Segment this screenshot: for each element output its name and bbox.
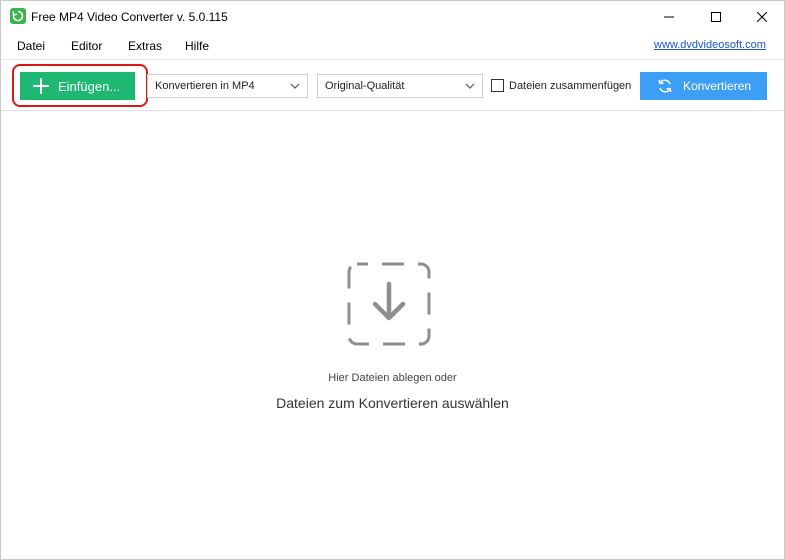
plus-icon — [33, 78, 49, 94]
minimize-icon — [664, 16, 674, 18]
drop-hint-text: Hier Dateien ablegen oder — [328, 372, 457, 384]
app-window: Free MP4 Video Converter v. 5.0.115 Date… — [0, 0, 785, 560]
toolbar: Einfügen... Konvertieren in MP4 Original… — [1, 59, 784, 111]
close-button[interactable] — [739, 1, 785, 33]
format-select-value: Konvertieren in MP4 — [155, 80, 255, 92]
menu-bar: Datei Editor Extras Hilfe www.dvdvideoso… — [1, 33, 784, 57]
add-files-button[interactable]: Einfügen... — [20, 72, 135, 100]
quality-select[interactable]: Original-Qualität — [317, 74, 483, 98]
title-bar[interactable]: Free MP4 Video Converter v. 5.0.115 — [1, 1, 784, 33]
chevron-down-icon — [465, 83, 475, 89]
menu-editor[interactable]: Editor — [71, 39, 102, 53]
download-arrow-icon — [347, 262, 431, 346]
window-title: Free MP4 Video Converter v. 5.0.115 — [31, 10, 228, 24]
merge-files-option[interactable]: Dateien zusammenfügen — [491, 79, 631, 92]
minimize-button[interactable] — [646, 1, 692, 33]
menu-datei[interactable]: Datei — [17, 39, 45, 53]
select-files-text[interactable]: Dateien zum Konvertieren auswählen — [1, 395, 784, 411]
quality-select-value: Original-Qualität — [325, 80, 405, 92]
maximize-button[interactable] — [693, 1, 739, 33]
menu-hilfe[interactable]: Hilfe — [185, 39, 209, 53]
menu-extras[interactable]: Extras — [128, 39, 162, 53]
refresh-icon — [658, 79, 672, 93]
convert-button[interactable]: Konvertieren — [640, 72, 767, 100]
convert-label: Konvertieren — [683, 79, 752, 93]
close-icon — [757, 12, 767, 22]
format-select[interactable]: Konvertieren in MP4 — [147, 74, 308, 98]
maximize-icon — [711, 12, 721, 22]
chevron-down-icon — [290, 83, 300, 89]
website-link[interactable]: www.dvdvideosoft.com — [654, 39, 766, 51]
app-logo-icon — [10, 8, 26, 24]
merge-files-label: Dateien zusammenfügen — [509, 79, 632, 92]
add-files-label: Einfügen... — [58, 78, 121, 94]
merge-files-checkbox[interactable] — [491, 79, 504, 92]
